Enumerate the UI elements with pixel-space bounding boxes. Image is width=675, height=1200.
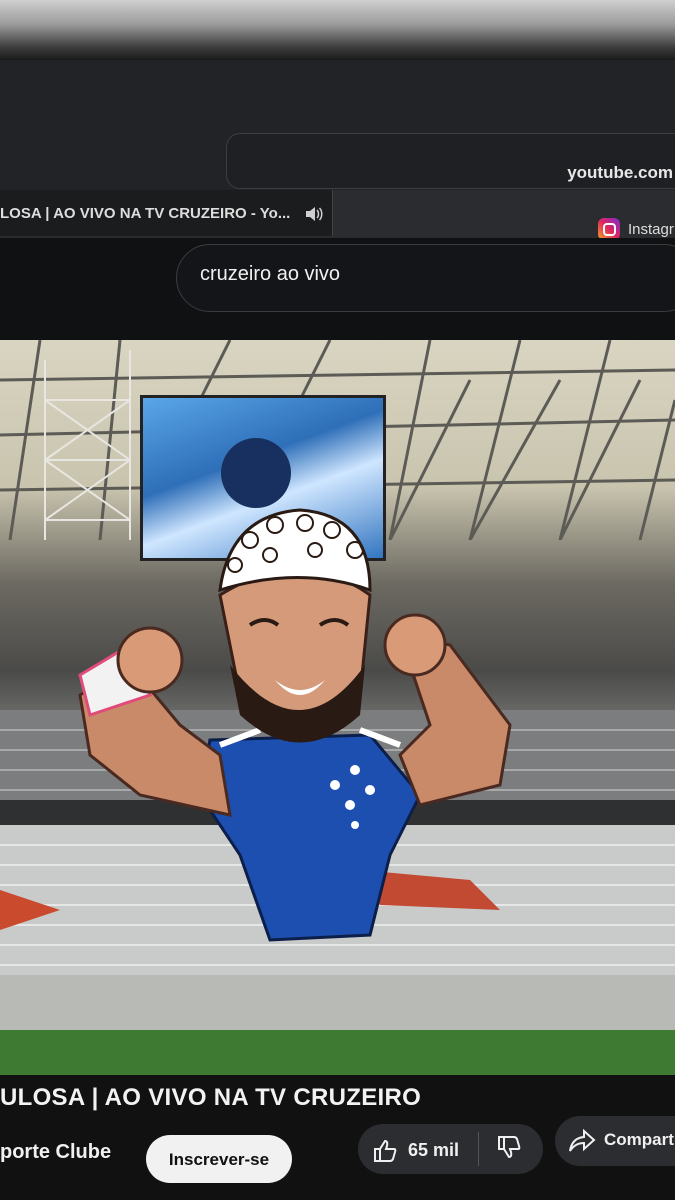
like-divider [478, 1132, 479, 1166]
dislike-icon[interactable] [496, 1134, 522, 1160]
channel-name[interactable]: porte Clube [0, 1141, 111, 1164]
share-icon [569, 1128, 596, 1152]
speaker-icon[interactable] [304, 205, 324, 223]
video-title: ULOSA | AO VIVO NA TV CRUZEIRO [0, 1084, 422, 1111]
mascot-figure [78, 508, 512, 942]
video-player[interactable] [0, 340, 675, 1075]
like-icon[interactable] [372, 1138, 398, 1164]
instagram-icon [598, 218, 620, 240]
address-text: youtube.com [567, 163, 673, 182]
screen-bezel [0, 0, 675, 60]
subscribe-button[interactable]: Inscrever-se [146, 1135, 292, 1183]
pitch [0, 1030, 675, 1075]
like-count: 65 mil [408, 1140, 460, 1160]
share-label: Comparti [604, 1130, 675, 1149]
tab-title: LOSA | AO VIVO NA TV CRUZEIRO - Yo... [0, 205, 291, 222]
search-query: cruzeiro ao vivo [200, 263, 341, 285]
tab-instagram-label: Instagr [628, 221, 674, 238]
